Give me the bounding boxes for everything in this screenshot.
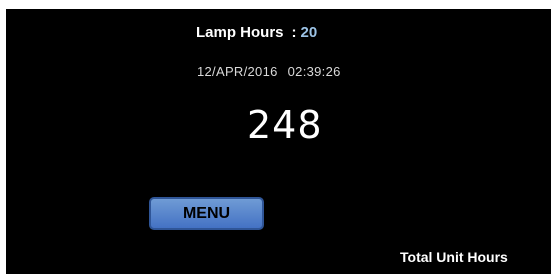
total-unit-hours-label: Total Unit Hours [400,249,508,265]
lamp-hours-row: Lamp Hours:20 [196,24,317,41]
screen-frame: Lamp Hours:20 12/APR/2016 02:39:26 248 ME… [0,0,553,276]
hour-counter-value: 248 [247,103,323,147]
lamp-hours-label: Lamp Hours [196,24,284,41]
time-text: 02:39:26 [287,64,341,79]
menu-button[interactable]: MENU [149,197,264,230]
lamp-hours-separator: : [291,24,297,41]
lamp-hours-value: 20 [300,24,318,41]
date-time-readout: 12/APR/2016 02:39:26 [197,64,341,79]
date-text: 12/APR/2016 [197,64,278,79]
